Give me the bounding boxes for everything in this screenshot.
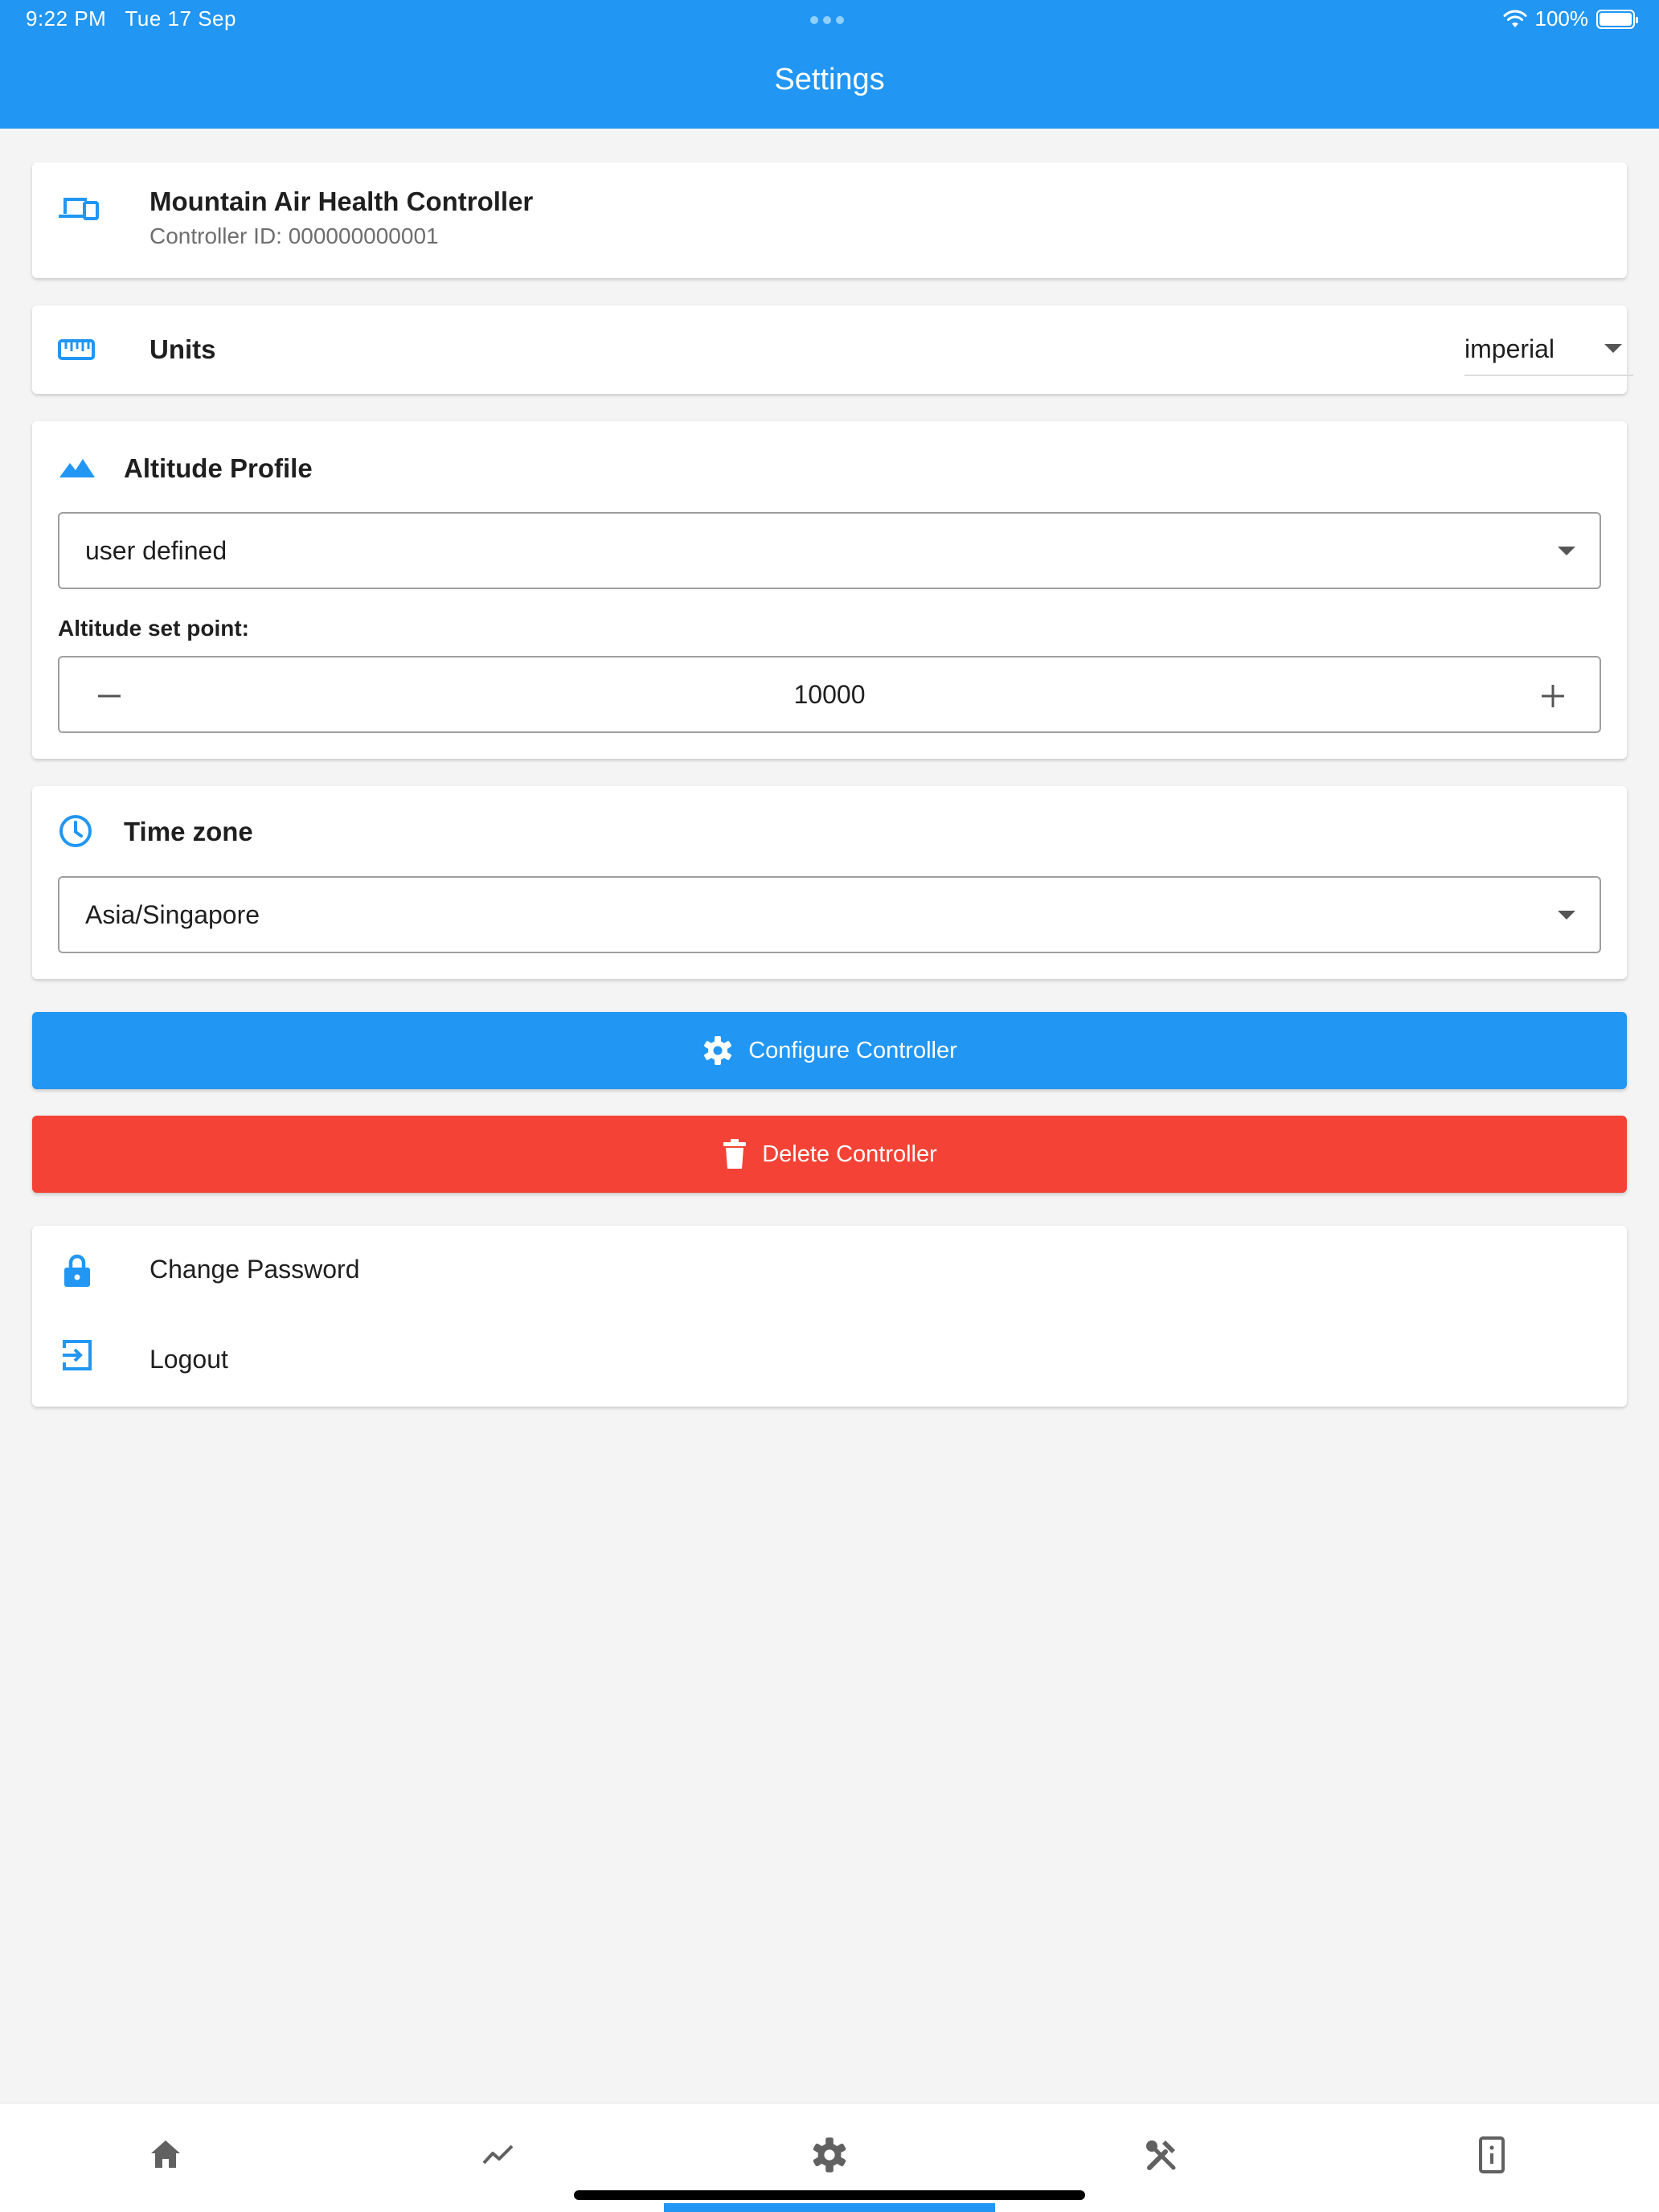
logout-item[interactable]: Logout (32, 1316, 1627, 1406)
status-time: 9:22 PM (26, 6, 107, 31)
timezone-title: Time zone (124, 817, 253, 846)
altitude-setpoint-label: Altitude set point: (58, 616, 249, 641)
delete-controller-button[interactable]: Delete Controller (32, 1116, 1627, 1193)
plus-icon[interactable] (1540, 683, 1566, 709)
bottom-navigation (0, 2103, 1659, 2212)
altitude-profile-select[interactable]: user defined (58, 512, 1601, 589)
change-password-label: Change Password (150, 1255, 360, 1284)
altitude-setpoint-stepper[interactable]: 10000 (58, 656, 1601, 733)
multitasking-dots-icon[interactable] (810, 16, 844, 24)
home-indicator[interactable] (574, 2190, 1085, 2200)
chevron-down-icon (1558, 547, 1575, 555)
altitude-profile-value: user defined (85, 536, 227, 565)
configure-controller-button[interactable]: Configure Controller (32, 1012, 1627, 1089)
clock-icon (59, 815, 92, 847)
home-icon[interactable] (146, 2136, 185, 2174)
active-tab-indicator (664, 2203, 995, 2212)
chevron-down-icon (1558, 911, 1575, 920)
controller-name: Mountain Air Health Controller (150, 186, 534, 216)
status-bar-datetime: 9:22 PM Tue 17 Sep (26, 6, 236, 31)
logout-icon (63, 1340, 92, 1370)
account-card: Change Password Logout (32, 1226, 1627, 1407)
logout-label: Logout (150, 1345, 228, 1374)
timezone-value: Asia/Singapore (85, 900, 260, 929)
delete-controller-label: Delete Controller (762, 1141, 937, 1167)
configure-controller-label: Configure Controller (748, 1037, 957, 1063)
chevron-down-icon (1604, 344, 1622, 353)
controller-card[interactable]: Mountain Air Health Controller Controlle… (32, 162, 1627, 278)
change-password-item[interactable]: Change Password (32, 1226, 1627, 1316)
chart-icon[interactable] (479, 2136, 518, 2174)
mountain-icon (59, 459, 95, 477)
status-indicators: 100% (1503, 6, 1638, 31)
wifi-icon (1503, 10, 1526, 27)
trash-icon (723, 1139, 747, 1169)
units-dropdown[interactable]: imperial (1464, 320, 1633, 376)
gear-icon (704, 1036, 732, 1065)
tools-icon[interactable] (1141, 2136, 1180, 2174)
units-value: imperial (1464, 334, 1555, 363)
battery-icon (1596, 9, 1638, 29)
status-date: Tue 17 Sep (125, 6, 236, 31)
timezone-card: Time zone Asia/Singapore (32, 786, 1627, 979)
page-title: Settings (774, 63, 885, 96)
altitude-setpoint-value[interactable]: 10000 (59, 680, 1600, 710)
units-card: Units imperial (32, 305, 1633, 394)
app-bar: 9:22 PM Tue 17 Sep 100% Settings (0, 0, 1659, 129)
battery-percent: 100% (1534, 6, 1589, 31)
altitude-card: Altitude Profile user defined Altitude s… (32, 421, 1627, 759)
controller-id: Controller ID: 000000000001 (150, 223, 439, 248)
altitude-title: Altitude Profile (124, 453, 313, 483)
ruler-icon (58, 339, 95, 360)
units-label: Units (150, 334, 216, 364)
devices-icon (59, 198, 99, 220)
lock-icon (64, 1254, 90, 1287)
timezone-select[interactable]: Asia/Singapore (58, 876, 1601, 953)
info-icon[interactable] (1473, 2136, 1511, 2174)
settings-icon[interactable] (810, 2136, 849, 2174)
